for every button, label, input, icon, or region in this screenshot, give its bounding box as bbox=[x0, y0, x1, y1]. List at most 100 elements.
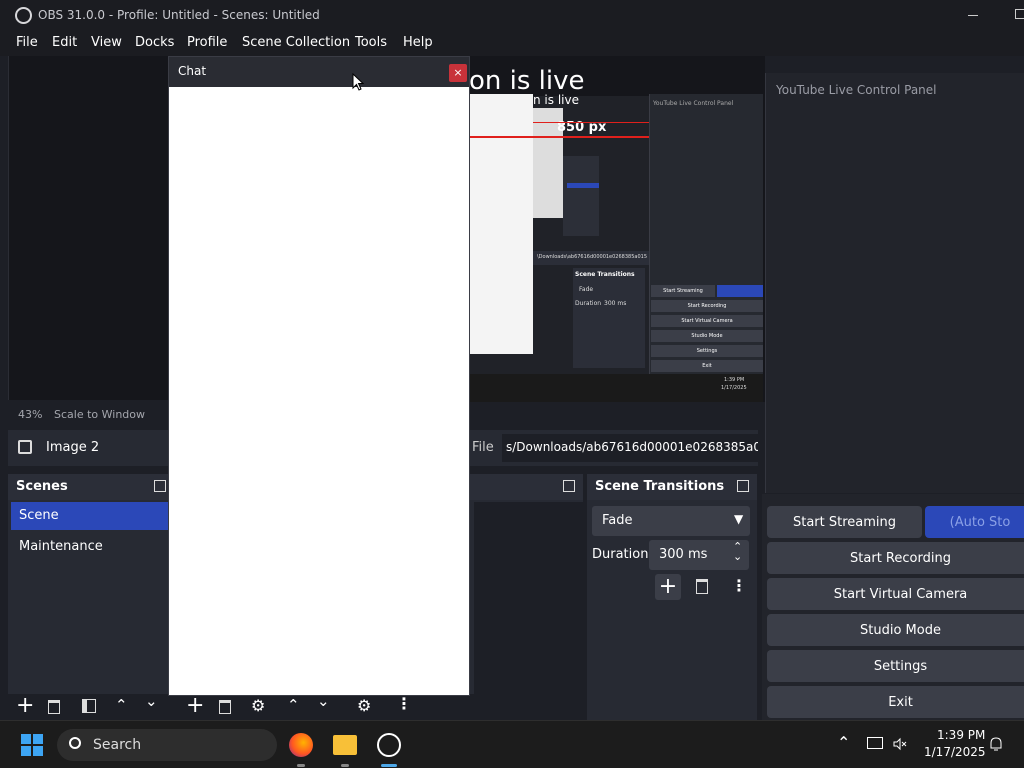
inner-exit: Exit bbox=[651, 360, 763, 372]
move-up-icon[interactable]: ⌃ bbox=[115, 696, 128, 714]
sources-toolbar bbox=[470, 694, 583, 720]
chevron-up-icon[interactable]: ⌃ bbox=[837, 733, 850, 752]
inner-start-streaming: Start Streaming bbox=[651, 285, 715, 297]
menu-scene-collection[interactable]: Scene Collection bbox=[242, 35, 350, 50]
scene-filter-icon[interactable] bbox=[82, 699, 96, 713]
chat-close-button[interactable]: × bbox=[449, 64, 467, 82]
scene-transitions-dock: Scene Transitions Fade ▼ Duration 300 ms… bbox=[587, 474, 757, 720]
undock-icon[interactable] bbox=[154, 480, 166, 492]
inner-settings: Settings bbox=[651, 345, 763, 357]
taskbar-search[interactable]: Search bbox=[57, 729, 277, 761]
scenes-header: Scenes bbox=[8, 474, 168, 500]
inner-path: \Downloads\ab67616d00001e0268385a015 bbox=[537, 254, 648, 260]
inner-duration: Duration bbox=[575, 300, 602, 307]
clock-date[interactable]: 1/17/2025 bbox=[924, 745, 986, 759]
network-icon[interactable] bbox=[867, 737, 883, 749]
zoom-mode[interactable]: Scale to Window bbox=[54, 408, 145, 421]
move-down-icon[interactable]: ⌄ bbox=[145, 692, 158, 710]
duration-spinbox[interactable]: 300 ms ⌃ ⌄ bbox=[649, 540, 749, 570]
mouse-cursor-icon bbox=[352, 73, 364, 91]
zoom-bar: 43% Scale to Window bbox=[8, 404, 168, 426]
transitions-title: Scene Transitions bbox=[595, 479, 725, 494]
remove-source-icon[interactable] bbox=[219, 700, 231, 714]
image-icon bbox=[18, 440, 32, 454]
start-streaming-button[interactable]: Start Streaming bbox=[767, 506, 922, 538]
remove-transition-icon[interactable] bbox=[696, 579, 708, 594]
transition-select[interactable]: Fade ▼ bbox=[592, 506, 750, 536]
undock-icon[interactable] bbox=[737, 480, 749, 492]
file-path-field[interactable]: s/Downloads/ab67616d00001e0268385a015 bbox=[502, 434, 758, 462]
clock-time[interactable]: 1:39 PM bbox=[937, 728, 985, 742]
menu-tools[interactable]: Tools bbox=[355, 35, 387, 50]
inner-chat-window bbox=[469, 94, 533, 354]
chevron-down-icon: ▼ bbox=[734, 512, 744, 526]
advanced-settings-icon[interactable]: ⚙ bbox=[357, 696, 371, 715]
auto-stop-button[interactable]: (Auto Sto bbox=[925, 506, 1024, 538]
source-settings-icon[interactable]: ⚙ bbox=[251, 696, 265, 715]
file-label: File bbox=[472, 440, 494, 455]
transition-more-icon[interactable]: ⋮ bbox=[731, 576, 747, 595]
exit-button[interactable]: Exit bbox=[767, 686, 1024, 718]
chat-window[interactable]: Chat × bbox=[168, 56, 470, 696]
sources-toolbar-left: + ⚙ ⌃ ⌄ ⚙ ⋮ bbox=[168, 692, 470, 720]
inner-start-recording: Start Recording bbox=[651, 300, 763, 312]
menu-view[interactable]: View bbox=[91, 35, 122, 50]
remove-scene-icon[interactable] bbox=[48, 700, 60, 714]
youtube-panel-title: YouTube Live Control Panel bbox=[776, 83, 937, 97]
spin-down-icon[interactable]: ⌄ bbox=[733, 550, 742, 563]
studio-mode-button[interactable]: Studio Mode bbox=[767, 614, 1024, 646]
maximize-icon[interactable] bbox=[1015, 9, 1024, 19]
menu-edit[interactable]: Edit bbox=[52, 35, 77, 50]
controls-dock: Start Streaming (Auto Sto Start Recordin… bbox=[762, 494, 1024, 720]
taskbar: Search ⌃ 1:39 PM 1/17/2025 bbox=[0, 720, 1024, 768]
notification-bell-icon[interactable] bbox=[989, 736, 1003, 752]
inner-date: 1/17/2025 bbox=[721, 385, 747, 391]
menu-bar: File Edit View Docks Profile Scene Colle… bbox=[0, 32, 1024, 56]
obs-taskbar-icon[interactable] bbox=[377, 733, 401, 757]
sources-list[interactable] bbox=[474, 502, 583, 694]
zoom-percent[interactable]: 43% bbox=[18, 408, 42, 421]
duration-value: 300 ms bbox=[659, 547, 708, 562]
menu-profile[interactable]: Profile bbox=[187, 35, 227, 50]
chat-content[interactable] bbox=[169, 87, 469, 695]
start-virtual-camera-button[interactable]: Start Virtual Camera bbox=[767, 578, 1024, 610]
scenes-title: Scenes bbox=[16, 479, 68, 494]
search-icon bbox=[69, 737, 81, 749]
menu-file[interactable]: File bbox=[16, 35, 38, 50]
scene-item-selected[interactable]: Scene bbox=[11, 502, 168, 530]
speaker-muted-icon[interactable] bbox=[893, 737, 907, 751]
duration-label: Duration bbox=[592, 547, 649, 562]
sources-dock bbox=[470, 474, 583, 720]
windows-start-icon[interactable] bbox=[21, 734, 43, 756]
menu-docks[interactable]: Docks bbox=[135, 35, 174, 50]
scene-item[interactable]: Maintenance bbox=[11, 533, 168, 561]
scenes-toolbar: + ⌃ ⌄ bbox=[8, 692, 168, 720]
inner-yt-title: YouTube Live Control Panel bbox=[653, 100, 734, 107]
chat-title: Chat bbox=[178, 64, 207, 78]
source-name: Image 2 bbox=[46, 440, 100, 455]
more-menu-icon[interactable]: ⋮ bbox=[396, 694, 412, 713]
file-path: s/Downloads/ab67616d00001e0268385a015 bbox=[506, 440, 758, 454]
chat-titlebar[interactable]: Chat × bbox=[169, 57, 469, 87]
preview-left-area bbox=[8, 56, 168, 400]
add-transition-icon[interactable]: + bbox=[655, 574, 681, 600]
live-banner: on is live bbox=[469, 66, 585, 96]
inner-fade: Fade bbox=[579, 286, 594, 293]
window-title: OBS 31.0.0 - Profile: Untitled - Scenes:… bbox=[38, 8, 320, 22]
menu-help[interactable]: Help bbox=[403, 35, 433, 50]
inner-taskbar bbox=[469, 374, 763, 402]
inner-virtual-camera: Start Virtual Camera bbox=[651, 315, 763, 327]
scene-item-label: Maintenance bbox=[19, 539, 103, 554]
add-source-icon[interactable]: + bbox=[186, 694, 204, 718]
firefox-icon[interactable] bbox=[289, 733, 313, 757]
start-recording-button[interactable]: Start Recording bbox=[767, 542, 1024, 574]
transition-value: Fade bbox=[602, 513, 633, 528]
preview-capture: on is live n is live 850 px YouTube Live… bbox=[469, 66, 763, 402]
minimize-icon[interactable] bbox=[968, 15, 978, 16]
move-up-icon[interactable]: ⌃ bbox=[287, 696, 300, 714]
add-scene-icon[interactable]: + bbox=[16, 694, 34, 718]
undock-icon[interactable] bbox=[563, 480, 575, 492]
settings-button[interactable]: Settings bbox=[767, 650, 1024, 682]
scenes-dock: Scenes Scene Maintenance + ⌃ ⌄ bbox=[8, 474, 168, 720]
file-explorer-icon[interactable] bbox=[333, 735, 357, 755]
